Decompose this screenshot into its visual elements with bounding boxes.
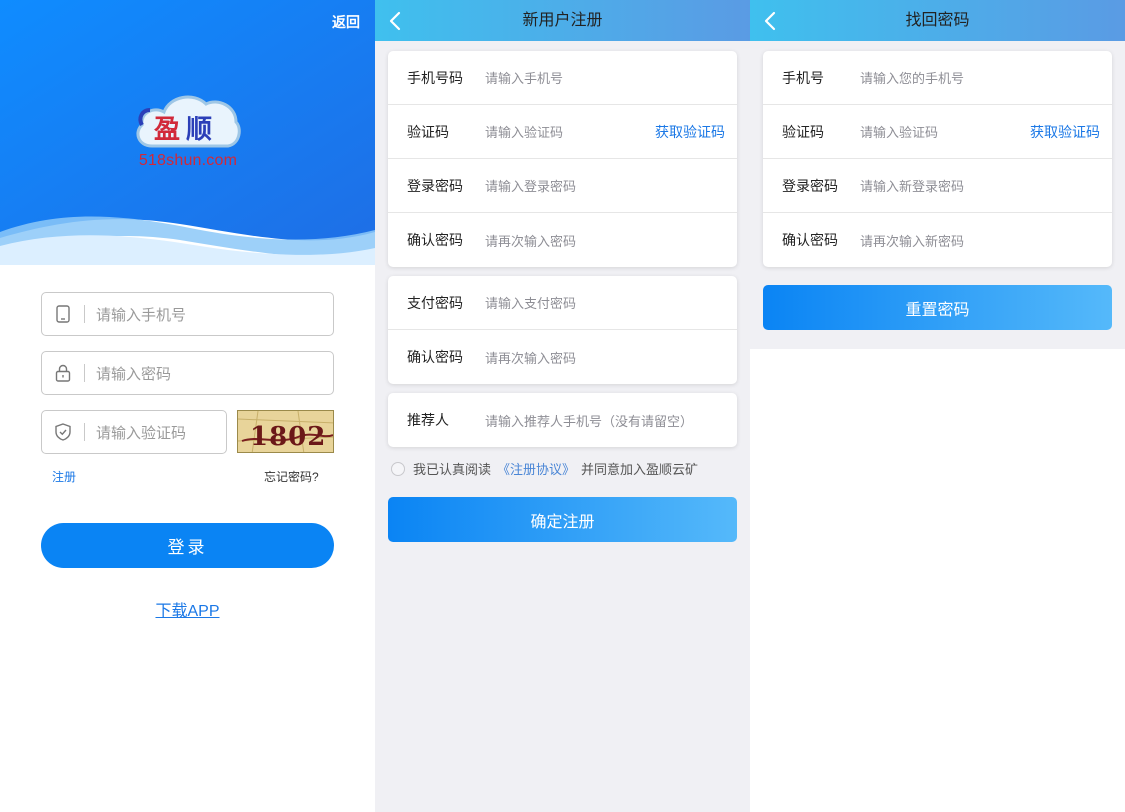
form-row-confirm-new-password[interactable]: 确认密码 请再次输入新密码 [763, 213, 1112, 267]
register-card-pay: 支付密码 请输入支付密码 确认密码 请再次输入密码 [388, 276, 737, 384]
form-row-referrer[interactable]: 推荐人 请输入推荐人手机号（没有请留空） [388, 393, 737, 447]
code-input[interactable]: 请输入验证码 [860, 122, 938, 141]
reset-header: 找回密码 [750, 0, 1125, 41]
captcha-code: 1802 [250, 422, 326, 452]
forgot-password-link[interactable]: 忘记密码? [264, 468, 319, 485]
row-label: 确认密码 [407, 349, 463, 365]
row-label: 登录密码 [407, 177, 463, 194]
reset-card: 手机号 请输入您的手机号 验证码 请输入验证码 获取验证码 登录密码 请输入新登… [763, 51, 1112, 267]
app-logo: 盈 顺 518shun.com [132, 88, 244, 178]
captcha-input[interactable]: 请输入验证码 [96, 422, 186, 443]
pay-password-input[interactable]: 请输入支付密码 [485, 293, 576, 312]
reset-password-button[interactable]: 重置密码 [763, 285, 1112, 330]
confirm-password-input[interactable]: 请再次输入密码 [485, 231, 576, 250]
lock-icon [42, 352, 84, 394]
submit-register-button[interactable]: 确定注册 [388, 497, 737, 542]
password-field[interactable]: 请输入密码 [41, 351, 334, 395]
login-button[interactable]: 登录 [41, 523, 334, 568]
get-code-button[interactable]: 获取验证码 [1030, 105, 1100, 159]
captcha-field[interactable]: 请输入验证码 [41, 410, 227, 454]
register-card-account: 手机号码 请输入手机号 验证码 请输入验证码 获取验证码 登录密码 请输入登录密… [388, 51, 737, 267]
login-panel: 返回 盈 顺 518shun.com 请输入手机号 请输入密码 请输入验证码 1… [0, 0, 375, 812]
form-row-pay-password[interactable]: 支付密码 请输入支付密码 [388, 276, 737, 330]
form-row-code[interactable]: 验证码 请输入验证码 获取验证码 [388, 105, 737, 159]
login-password-input[interactable]: 请输入登录密码 [485, 176, 576, 195]
page-title: 新用户注册 [522, 12, 603, 29]
phone-icon [42, 293, 84, 335]
register-panel: 新用户注册 手机号码 请输入手机号 验证码 请输入验证码 获取验证码 登录密码 … [375, 0, 750, 812]
captcha-image[interactable]: 1802 [237, 410, 334, 453]
field-separator [84, 305, 85, 323]
row-label: 确认密码 [782, 232, 838, 248]
field-separator [84, 364, 85, 382]
login-hero: 返回 盈 顺 518shun.com [0, 0, 375, 265]
row-label: 登录密码 [782, 177, 838, 194]
row-label: 手机号码 [407, 69, 463, 86]
row-label: 验证码 [407, 123, 449, 140]
logo-domain-text: 518shun.com [138, 152, 238, 169]
form-row-code[interactable]: 验证码 请输入验证码 获取验证码 [763, 105, 1112, 159]
password-input[interactable]: 请输入密码 [96, 363, 171, 384]
page-title: 找回密码 [905, 12, 970, 29]
agree-prefix: 我已认真阅读 [413, 462, 492, 477]
logo-char-1: 盈 [153, 115, 180, 145]
new-password-input[interactable]: 请输入新登录密码 [860, 176, 964, 195]
row-label: 手机号 [782, 69, 824, 86]
register-header: 新用户注册 [375, 0, 750, 41]
download-app-link[interactable]: 下载APP [0, 597, 375, 621]
phone-input[interactable]: 请输入手机号 [96, 304, 186, 325]
row-label: 验证码 [782, 123, 824, 140]
confirm-pay-password-input[interactable]: 请再次输入密码 [485, 348, 576, 367]
reset-password-panel: 找回密码 手机号 请输入您的手机号 验证码 请输入验证码 获取验证码 登录密码 … [750, 0, 1125, 812]
code-input[interactable]: 请输入验证码 [485, 122, 563, 141]
referrer-input[interactable]: 请输入推荐人手机号（没有请留空） [485, 411, 693, 430]
confirm-new-password-input[interactable]: 请再次输入新密码 [860, 231, 964, 250]
agreement-row: 我已认真阅读 《注册协议》 并同意加入盈顺云矿 [391, 459, 698, 478]
shield-icon [42, 411, 84, 453]
get-code-button[interactable]: 获取验证码 [655, 105, 725, 159]
chevron-left-icon[interactable] [389, 11, 401, 36]
agree-radio[interactable] [391, 461, 405, 476]
form-row-confirm-password[interactable]: 确认密码 请再次输入密码 [388, 213, 737, 267]
phone-input[interactable]: 请输入您的手机号 [860, 68, 964, 87]
form-row-phone[interactable]: 手机号 请输入您的手机号 [763, 51, 1112, 105]
chevron-left-icon[interactable] [764, 11, 776, 36]
cloud-logo-icon: 盈 顺 [136, 95, 241, 148]
logo-char-2: 顺 [186, 115, 212, 145]
agree-suffix: 并同意加入盈顺云矿 [581, 462, 699, 477]
row-label: 确认密码 [407, 232, 463, 248]
row-label: 推荐人 [407, 412, 449, 428]
form-row-phone[interactable]: 手机号码 请输入手机号 [388, 51, 737, 105]
form-row-confirm-pay-password[interactable]: 确认密码 请再次输入密码 [388, 330, 737, 384]
phone-input[interactable]: 请输入手机号 [485, 68, 563, 87]
row-label: 支付密码 [407, 294, 463, 311]
form-row-login-password[interactable]: 登录密码 请输入登录密码 [388, 159, 737, 213]
field-separator [84, 423, 85, 441]
agreement-link[interactable]: 《注册协议》 [497, 459, 575, 478]
form-row-new-password[interactable]: 登录密码 请输入新登录密码 [763, 159, 1112, 213]
register-link[interactable]: 注册 [52, 468, 76, 485]
register-card-referrer: 推荐人 请输入推荐人手机号（没有请留空） [388, 393, 737, 447]
phone-field[interactable]: 请输入手机号 [41, 292, 334, 336]
back-link[interactable]: 返回 [332, 12, 360, 32]
